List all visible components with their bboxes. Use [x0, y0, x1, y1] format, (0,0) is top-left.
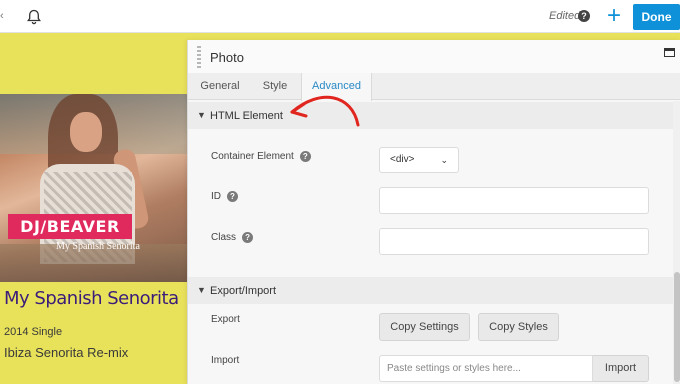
photo-settings-panel: Photo General Style Advanced ▼ HTML Elem… — [187, 40, 680, 384]
edited-status: Edited — [549, 10, 581, 22]
song-title: My Spanish Senorita — [4, 288, 179, 309]
id-text: ID — [211, 191, 221, 203]
class-input[interactable] — [379, 228, 649, 255]
top-toolbar: ‹ Edited ? + Done — [0, 0, 680, 33]
id-input[interactable] — [379, 187, 649, 214]
class-text: Class — [211, 232, 237, 244]
add-content-button[interactable]: + — [604, 4, 624, 28]
section-title: Export/Import — [210, 285, 277, 297]
done-button[interactable]: Done — [633, 4, 680, 30]
page-preview: DJ/BEAVER My Spanish Senorita My Spanish… — [0, 34, 187, 384]
container-element-value: <div> — [390, 154, 415, 165]
drag-handle-icon[interactable] — [197, 46, 201, 68]
export-label: Export — [211, 314, 240, 325]
dj-badge: DJ/BEAVER — [8, 214, 132, 239]
help-icon[interactable]: ? — [242, 232, 254, 243]
chevron-down-icon: ▼ — [197, 285, 206, 295]
red-annotation-arrow — [290, 95, 360, 127]
import-label: Import — [211, 355, 240, 366]
bell-icon[interactable] — [27, 9, 41, 25]
section-html-element[interactable]: ▼ HTML Element — [188, 102, 673, 129]
song-mix: Ibiza Senorita Re-mix — [4, 345, 129, 360]
album-cover-photo[interactable]: DJ/BEAVER My Spanish Senorita — [0, 94, 187, 282]
dj-badge-subtitle: My Spanish Senorita — [56, 241, 140, 252]
help-icon[interactable]: ? — [299, 151, 311, 162]
photo-face — [70, 112, 102, 152]
help-icon[interactable]: ? — [578, 10, 590, 22]
panel-tabs: General Style Advanced — [188, 73, 680, 101]
chevron-down-icon: ⌄ — [440, 155, 448, 165]
section-export-import[interactable]: ▼ Export/Import — [188, 277, 673, 304]
window-maximize-icon[interactable] — [664, 48, 675, 57]
song-subtitle: 2014 Single — [4, 326, 63, 338]
import-input[interactable]: Paste settings or styles here... — [379, 355, 593, 382]
panel-title: Photo — [210, 50, 244, 65]
help-icon[interactable]: ? — [227, 191, 238, 202]
section-title: HTML Element — [210, 110, 283, 122]
container-element-text: Container Element — [211, 151, 294, 163]
chevron-down-icon: ▼ — [197, 110, 206, 120]
copy-settings-button[interactable]: Copy Settings — [379, 313, 470, 341]
container-element-select[interactable]: <div> ⌄ — [379, 147, 459, 173]
import-button[interactable]: Import — [593, 355, 649, 382]
copy-styles-button[interactable]: Copy Styles — [478, 313, 559, 341]
panel-scrollbar-thumb[interactable] — [674, 272, 680, 382]
id-label: ID? — [211, 191, 238, 202]
back-chevron-icon[interactable]: ‹ — [0, 11, 6, 22]
class-label: Class? — [211, 232, 254, 244]
tab-general[interactable]: General — [190, 73, 250, 100]
container-element-label: Container Element? — [211, 151, 311, 162]
panel-header[interactable]: Photo — [188, 40, 680, 73]
